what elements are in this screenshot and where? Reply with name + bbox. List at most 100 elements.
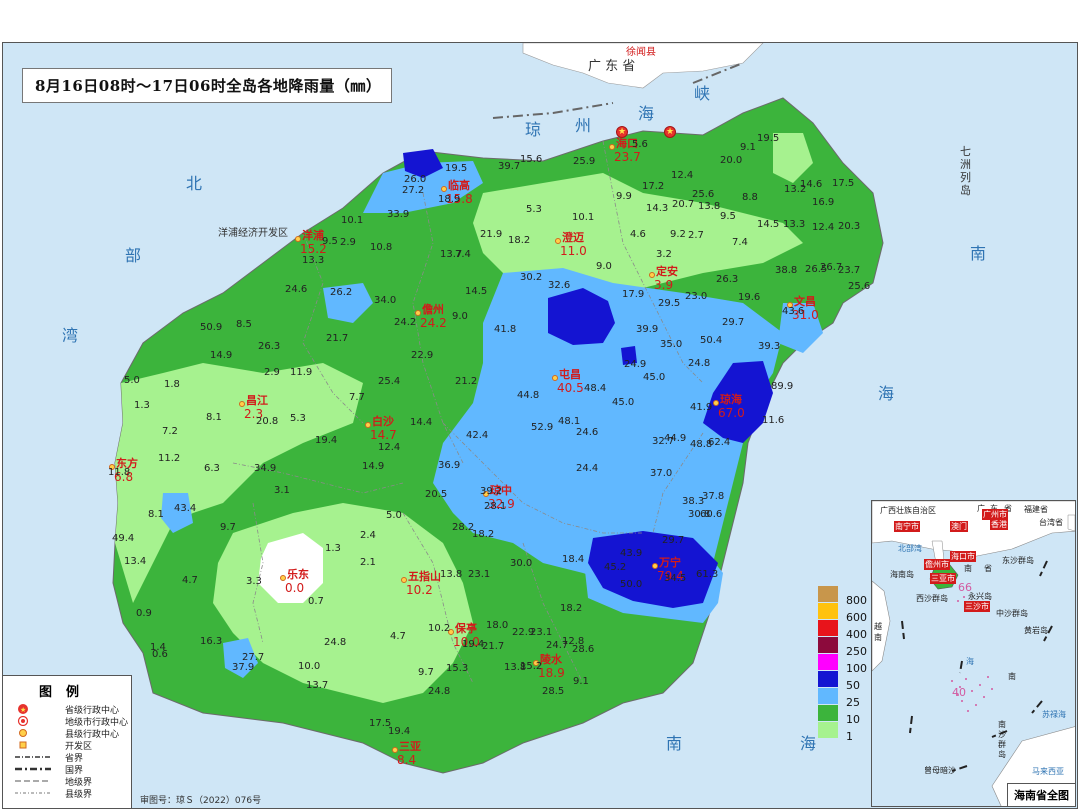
inset-num-40: 40 [952, 686, 966, 699]
station-rainfall-value: 11.6 [762, 415, 785, 426]
station-rainfall-value: 44.9 [664, 433, 687, 444]
station-rainfall-value: 5.3 [290, 413, 306, 424]
inset-nansha-4: 岛 [998, 750, 1006, 759]
station-rainfall-value: 13.4 [124, 556, 147, 567]
station-rainfall-value: 13.8 [440, 569, 463, 580]
station-rainfall-value: 9.1 [740, 142, 756, 153]
station-rainfall-value: 2.1 [360, 557, 376, 568]
station-rainfall-value: 43.4 [174, 503, 197, 514]
station-rainfall-value: 7.2 [162, 426, 178, 437]
station-rainfall-value: 34.5 [664, 573, 687, 584]
station-rainfall-value: 14.9 [210, 350, 233, 361]
city-name: 乐东 [287, 568, 309, 581]
station-rainfall-value: 39.2 [480, 486, 503, 497]
strait-label-2: 州 [575, 116, 592, 135]
station-rainfall-value: 9.2 [670, 229, 686, 240]
county-border-icon [15, 788, 51, 798]
station-rainfall-value: 2.9 [264, 367, 280, 378]
station-rainfall-value: 9.7 [418, 667, 434, 678]
gulf-label-3: 湾 [62, 326, 79, 345]
prefecture-city-icon [15, 715, 51, 727]
station-rainfall-value: 19.5 [757, 133, 780, 144]
station-rainfall-value: 20.5 [425, 489, 448, 500]
inset-taiwan-lbl: 台湾省 [1039, 518, 1063, 527]
color-swatch [818, 705, 838, 721]
station-rainfall-value: 30.2 [520, 272, 543, 283]
station-rainfall-value: 8.5 [236, 319, 252, 330]
city-rainfall-value: 23.7 [614, 150, 641, 164]
color-swatch [818, 586, 838, 602]
station-rainfall-value: 43.6 [782, 306, 805, 317]
station-rainfall-value: 4.7 [390, 631, 406, 642]
station-rainfall-value: 15.6 [520, 154, 543, 165]
station-rainfall-value: 9.9 [616, 191, 632, 202]
station-rainfall-value: 16.9 [812, 197, 835, 208]
station-rainfall-value: 45.0 [643, 372, 666, 383]
svg-text:★: ★ [20, 706, 26, 714]
station-rainfall-value: 24.8 [688, 358, 711, 369]
inset-nan: 南 [964, 564, 972, 573]
station-rainfall-value: 27.2 [402, 185, 425, 196]
inset-guangzhou: 广州市 [982, 509, 1008, 520]
station-rainfall-value: 18.0 [486, 620, 509, 631]
station-rainfall-value: 42.4 [466, 430, 489, 441]
station-rainfall-value: 24.9 [624, 359, 647, 370]
station-rainfall-value: 11.2 [158, 453, 181, 464]
symbol-legend-title: 图例 [39, 685, 94, 700]
station-rainfall-value: 18.2 [508, 235, 531, 246]
station-rainfall-value: 8.8 [742, 192, 758, 203]
city-name: 万宁 [659, 556, 681, 569]
station-rainfall-value: 20.0 [720, 155, 743, 166]
station-rainfall-value: 14.5 [757, 219, 780, 230]
station-rainfall-value: 9.1 [573, 676, 589, 687]
station-rainfall-value: 16.3 [200, 636, 223, 647]
station-rainfall-value: 13.8 [698, 201, 721, 212]
provincial-capital-icon: ★ [15, 704, 51, 714]
city-name: 琼海 [720, 393, 742, 406]
station-rainfall-value: 1.3 [325, 543, 341, 554]
station-rainfall-value: 39.7 [498, 161, 521, 172]
station-rainfall-value: 9.0 [452, 311, 468, 322]
station-rainfall-value: 9.7 [220, 522, 236, 533]
county-center-icon [15, 728, 51, 738]
inset-taiwan [1067, 514, 1075, 532]
qizhou-islands-label: 七洲列岛 [960, 145, 971, 197]
station-rainfall-value: 5.0 [386, 510, 402, 521]
station-rainfall-value: 9.5 [720, 211, 736, 222]
yangpu-label: 洋浦经济开发区 [218, 228, 288, 239]
color-scale-row: 800 [818, 586, 878, 607]
inset-hongkong: 香港 [990, 519, 1008, 530]
city-rainfall-value: 14.7 [370, 428, 397, 442]
station-rainfall-value: 11.9 [290, 367, 313, 378]
color-scale-row: 25 [818, 688, 878, 709]
city-rainfall-value: 0.0 [285, 581, 305, 595]
station-rainfall-value: 48.1 [558, 416, 581, 427]
station-rainfall-value: 13.3 [302, 255, 325, 266]
map-approval-number: 审图号：琼Ｓ（2022）076号 [140, 796, 262, 806]
city-name: 临高 [448, 179, 470, 192]
station-rainfall-value: 22.9 [411, 350, 434, 361]
color-swatch [818, 688, 838, 704]
station-rainfall-value: 43.9 [620, 548, 643, 559]
station-rainfall-value: 14.6 [800, 179, 823, 190]
station-rainfall-value: 10.0 [298, 661, 321, 672]
station-rainfall-value: 19.5 [445, 163, 468, 174]
symbol-legend: 图例 ★ 省级行政中心 地级市行政中心 县级行政中心 开发区 省界 国界 地级界… [2, 675, 132, 809]
station-rainfall-value: 21.2 [455, 376, 478, 387]
color-swatch [818, 637, 838, 653]
station-rainfall-value: 10.1 [572, 212, 595, 223]
south-label-2: 海 [878, 384, 895, 403]
dev-zone-icon [15, 740, 51, 750]
station-rainfall-value: 3.3 [246, 576, 262, 587]
station-rainfall-value: 20.8 [256, 416, 279, 427]
station-rainfall-value: 26.0 [404, 174, 427, 185]
station-rainfall-value: 17.2 [642, 181, 665, 192]
station-rainfall-value: 0.9 [136, 608, 152, 619]
color-scale-row: 50 [818, 671, 878, 692]
station-rainfall-value: 23.0 [685, 291, 708, 302]
station-rainfall-value: 37.9 [232, 662, 255, 673]
station-rainfall-value: 60.6 [700, 509, 723, 520]
city-rainfall-value: 40.5 [557, 381, 584, 395]
station-rainfall-value: 5.0 [124, 375, 140, 386]
inset-xisha: 西沙群岛 [916, 594, 948, 603]
